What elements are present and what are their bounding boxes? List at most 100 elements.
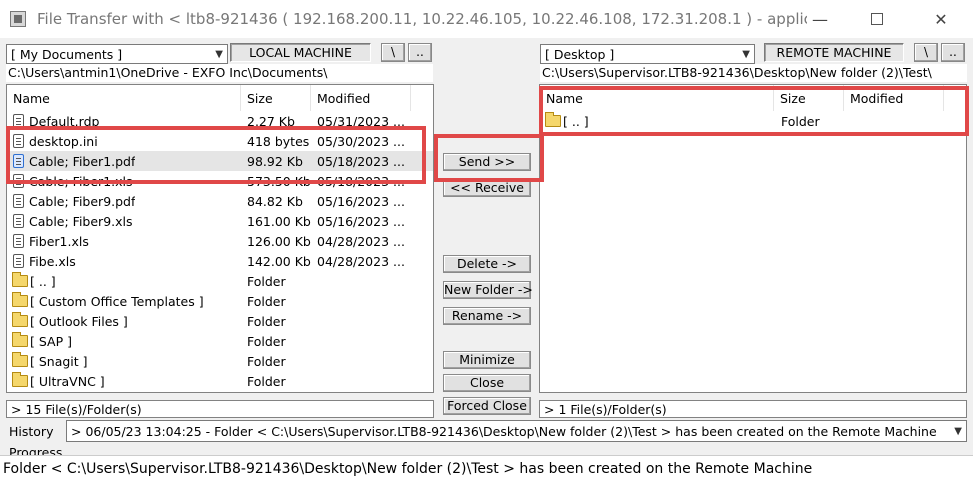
minimize-window-button[interactable]: — bbox=[797, 0, 843, 38]
file-size: 98.92 Kb bbox=[247, 154, 303, 169]
local-folder-select[interactable]: [ My Documents ] ▼ bbox=[6, 44, 228, 64]
local-status: > 15 File(s)/Folder(s) bbox=[6, 400, 434, 418]
delete-button[interactable]: Delete -> bbox=[443, 255, 531, 273]
local-file-list[interactable]: Name Size Modified Default.rdp 2.27 Kb 0… bbox=[6, 84, 434, 393]
file-name: Cable; Fiber1.pdf bbox=[29, 154, 136, 169]
list-item[interactable]: Default.rdp 2.27 Kb 05/31/2023 ... bbox=[7, 111, 433, 131]
list-item[interactable]: [ Outlook Files ] Folder bbox=[7, 311, 433, 331]
file-modified: 05/18/2023 ... bbox=[317, 174, 405, 189]
local-col-size[interactable]: Size bbox=[241, 85, 311, 111]
file-modified: 05/31/2023 ... bbox=[317, 114, 405, 129]
folder-icon bbox=[12, 372, 28, 387]
folder-size: Folder bbox=[247, 374, 286, 389]
minimize-button[interactable]: Minimize bbox=[443, 351, 531, 369]
folder-icon bbox=[12, 272, 28, 287]
folder-icon bbox=[12, 312, 28, 327]
file-name: Cable; Fiber9.xls bbox=[29, 214, 133, 229]
forced-close-button[interactable]: Forced Close bbox=[443, 397, 531, 415]
file-icon bbox=[13, 194, 24, 208]
title-bar: File Transfer with < ltb8-921436 ( 192.1… bbox=[0, 0, 973, 38]
local-path: C:\Users\antmin1\OneDrive - EXFO Inc\Doc… bbox=[6, 64, 433, 82]
list-item[interactable]: desktop.ini 418 bytes 05/30/2023 ... bbox=[7, 131, 433, 151]
maximize-icon bbox=[871, 13, 883, 25]
folder-icon bbox=[12, 352, 28, 367]
folder-size: Folder bbox=[247, 274, 286, 289]
file-name: desktop.ini bbox=[29, 134, 98, 149]
close-window-button[interactable]: ✕ bbox=[918, 0, 964, 38]
remote-status: > 1 File(s)/Folder(s) bbox=[539, 400, 967, 418]
app-icon bbox=[10, 11, 26, 27]
list-item[interactable]: Fibe.xls 142.00 Kb 04/28/2023 ... bbox=[7, 251, 433, 271]
list-item[interactable]: Fiber1.xls 126.00 Kb 04/28/2023 ... bbox=[7, 231, 433, 251]
local-folder-value: [ My Documents ] bbox=[11, 46, 123, 62]
local-up-button[interactable]: .. bbox=[408, 43, 432, 62]
file-size: 84.82 Kb bbox=[247, 194, 303, 209]
remote-path: C:\Users\Supervisor.LTB8-921436\Desktop\… bbox=[540, 64, 967, 82]
file-name: Fibe.xls bbox=[29, 254, 76, 269]
receive-button[interactable]: << Receive bbox=[443, 179, 531, 197]
local-machine-label: LOCAL MACHINE bbox=[230, 43, 371, 62]
folder-size: Folder bbox=[247, 354, 286, 369]
file-icon bbox=[13, 234, 24, 248]
chevron-down-icon: ▼ bbox=[954, 425, 962, 437]
list-item[interactable]: [ .. ] Folder bbox=[7, 271, 433, 291]
file-name: Fiber1.xls bbox=[29, 234, 89, 249]
window-title: File Transfer with < ltb8-921436 ( 192.1… bbox=[37, 10, 807, 28]
folder-name: [ SAP ] bbox=[30, 334, 72, 349]
list-item[interactable]: [ Custom Office Templates ] Folder bbox=[7, 291, 433, 311]
folder-name: [ Outlook Files ] bbox=[30, 314, 128, 329]
folder-size: Folder bbox=[247, 294, 286, 309]
new-folder-button[interactable]: New Folder -> bbox=[443, 281, 533, 299]
file-modified: 04/28/2023 ... bbox=[317, 254, 405, 269]
file-size: 142.00 Kb bbox=[247, 254, 311, 269]
list-item[interactable]: [ .. ] Folder bbox=[540, 111, 966, 131]
remote-root-button[interactable]: \ bbox=[914, 43, 938, 62]
local-root-button[interactable]: \ bbox=[381, 43, 405, 62]
folder-icon bbox=[545, 112, 561, 127]
remote-col-size[interactable]: Size bbox=[774, 85, 844, 111]
folder-name: [ .. ] bbox=[30, 274, 56, 289]
history-select[interactable]: > 06/05/23 13:04:25 - Folder < C:\Users\… bbox=[66, 420, 967, 442]
list-item[interactable]: [ UltraVNC ] Folder bbox=[7, 371, 433, 391]
rename-button[interactable]: Rename -> bbox=[443, 307, 531, 325]
list-item[interactable]: [ Snagit ] Folder bbox=[7, 351, 433, 371]
list-item[interactable]: [ SAP ] Folder bbox=[7, 331, 433, 351]
progress-label: Progress bbox=[9, 445, 63, 455]
folder-name: [ .. ] bbox=[563, 114, 589, 129]
send-button[interactable]: Send >> bbox=[443, 153, 531, 171]
file-modified: 05/18/2023 ... bbox=[317, 154, 405, 169]
file-name: Default.rdp bbox=[29, 114, 100, 129]
status-bar: Folder < C:\Users\Supervisor.LTB8-921436… bbox=[0, 455, 973, 483]
history-value: > 06/05/23 13:04:25 - Folder < C:\Users\… bbox=[71, 423, 937, 439]
folder-size: Folder bbox=[247, 334, 286, 349]
remote-file-list[interactable]: Name Size Modified [ .. ] Folder bbox=[539, 84, 967, 393]
file-icon bbox=[13, 254, 24, 268]
file-name: Cable; Fiber1.xls bbox=[29, 174, 133, 189]
local-col-name[interactable]: Name bbox=[7, 85, 241, 111]
folder-name: [ UltraVNC ] bbox=[30, 374, 105, 389]
local-col-modified[interactable]: Modified bbox=[311, 85, 411, 111]
file-icon bbox=[13, 174, 24, 188]
list-item-selected[interactable]: Cable; Fiber1.pdf 98.92 Kb 05/18/2023 ..… bbox=[7, 151, 433, 171]
folder-name: [ Custom Office Templates ] bbox=[30, 294, 204, 309]
remote-col-name[interactable]: Name bbox=[540, 85, 774, 111]
file-size: 2.27 Kb bbox=[247, 114, 295, 129]
file-size: 573.50 Kb bbox=[247, 174, 311, 189]
file-icon bbox=[13, 114, 24, 128]
remote-up-button[interactable]: .. bbox=[941, 43, 965, 62]
chevron-down-icon: ▼ bbox=[215, 48, 223, 60]
maximize-window-button[interactable] bbox=[854, 0, 900, 38]
folder-size: Folder bbox=[781, 114, 820, 129]
file-icon bbox=[13, 154, 24, 168]
file-name: Cable; Fiber9.pdf bbox=[29, 194, 136, 209]
list-item[interactable]: Cable; Fiber9.xls 161.00 Kb 05/16/2023 .… bbox=[7, 211, 433, 231]
folder-icon bbox=[12, 332, 28, 347]
file-modified: 05/30/2023 ... bbox=[317, 134, 405, 149]
list-item[interactable]: Cable; Fiber1.xls 573.50 Kb 05/18/2023 .… bbox=[7, 171, 433, 191]
list-item[interactable]: Cable; Fiber9.pdf 84.82 Kb 05/16/2023 ..… bbox=[7, 191, 433, 211]
file-size: 161.00 Kb bbox=[247, 214, 311, 229]
remote-folder-select[interactable]: [ Desktop ] ▼ bbox=[540, 44, 755, 64]
remote-col-modified[interactable]: Modified bbox=[844, 85, 944, 111]
folder-icon bbox=[12, 292, 28, 307]
close-button[interactable]: Close bbox=[443, 374, 531, 392]
